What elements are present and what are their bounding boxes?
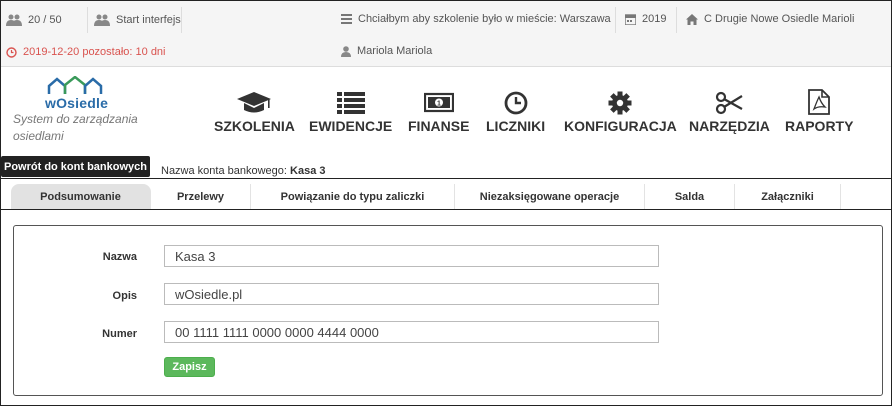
nav-tools[interactable]: NARZĘDZIA [689,89,770,134]
nav-meters[interactable]: LICZNIKI [486,89,545,134]
gear-icon [608,91,632,115]
clock-icon [6,46,17,58]
nav-meters-label: LICZNIKI [486,118,546,134]
nav-finance-label: FINANSE [408,118,470,134]
nav-reports[interactable]: RAPORTY [785,89,853,134]
save-button[interactable]: Zapisz [164,357,215,377]
nav-reports-label: RAPORTY [785,118,854,134]
expiry-text: 2019-12-20 pozostało: 10 dni [23,46,166,58]
user-count-text: 20 / 50 [28,14,62,26]
tab-transfers[interactable]: Przelewy [151,184,251,209]
pdf-file-icon [808,89,831,115]
logo-brand: wOsiedle [45,95,109,111]
menu-icon [341,14,352,24]
list-icon [336,92,365,114]
account-name-label: Nazwa konta bankowego: [161,165,287,177]
name-label: Nazwa [102,251,137,263]
user-profile[interactable]: Mariola Mariola [341,45,432,57]
user-count[interactable]: 20 / 50 [6,14,62,26]
account-name: Nazwa konta bankowego: Kasa 3 [161,165,326,177]
scissors-icon [716,91,744,115]
nav-configuration-label: KONFIGURACJA [564,118,677,134]
account-name-value: Kasa 3 [290,165,326,177]
top-info-bar: 20 / 50 Start interfejs Chciałbym aby sz… [1,1,891,67]
nav-tools-label: NARZĘDZIA [689,118,770,134]
start-interface-link[interactable]: Start interfejs [94,14,181,26]
tab-balances[interactable]: Salda [645,184,735,209]
svg-text:1: 1 [437,101,441,108]
year-selector[interactable]: 2019 [625,13,666,25]
divider [87,7,88,33]
calendar-icon [625,13,636,25]
tab-attachments[interactable]: Załączniki [735,184,841,209]
year-text: 2019 [642,13,667,25]
tab-advance-type-link[interactable]: Powiązanie do typu zaliczki [251,184,455,209]
description-input[interactable] [164,283,659,305]
subscription-expiry: 2019-12-20 pozostało: 10 dni [6,46,166,58]
graduation-cap-icon [237,92,272,113]
clock-icon [504,91,527,115]
users-icon [6,14,22,26]
houses-logo-icon [47,76,103,94]
divider [181,7,182,33]
home-icon [686,13,698,25]
training-city-text: Chciałbym aby szkolenie było w mieście: … [358,13,611,25]
money-icon: 1 [423,92,454,113]
nav-trainings[interactable]: SZKOLENIA [214,89,295,134]
number-label: Numer [102,328,137,340]
app-logo[interactable]: wOsiedle System do zarządzania osiedlami [9,73,179,153]
location-selector[interactable]: C Drugie Nowe Osiedle Marioli [686,13,854,25]
nav-finance[interactable]: 1 FINANSE [408,89,469,134]
name-input[interactable] [164,245,659,267]
back-to-bank-accounts-button[interactable]: Powrót do kont bankowych [1,156,150,177]
divider [1,209,891,210]
users-icon [94,14,110,26]
description-label: Opis [112,290,137,302]
divider [676,7,677,33]
nav-trainings-label: SZKOLENIA [214,118,295,134]
logo-subtitle: System do zarządzania osiedlami [13,112,138,143]
tab-summary[interactable]: Podsumowanie [11,184,151,209]
account-number-input[interactable] [164,321,659,343]
user-name: Mariola Mariola [357,45,433,57]
nav-configuration[interactable]: KONFIGURACJA [564,89,677,134]
divider [615,7,616,33]
nav-records-label: EWIDENCJE [309,118,393,134]
tab-unposted-operations[interactable]: Niezaksięgowane operacje [455,184,645,209]
user-icon [341,45,351,57]
nav-records[interactable]: EWIDENCJE [309,89,392,134]
training-city-wish[interactable]: Chciałbym aby szkolenie było w mieście: … [341,13,611,25]
start-interface-label: Start interfejs [116,14,181,26]
location-text: C Drugie Nowe Osiedle Marioli [704,13,855,25]
divider [1,178,891,179]
